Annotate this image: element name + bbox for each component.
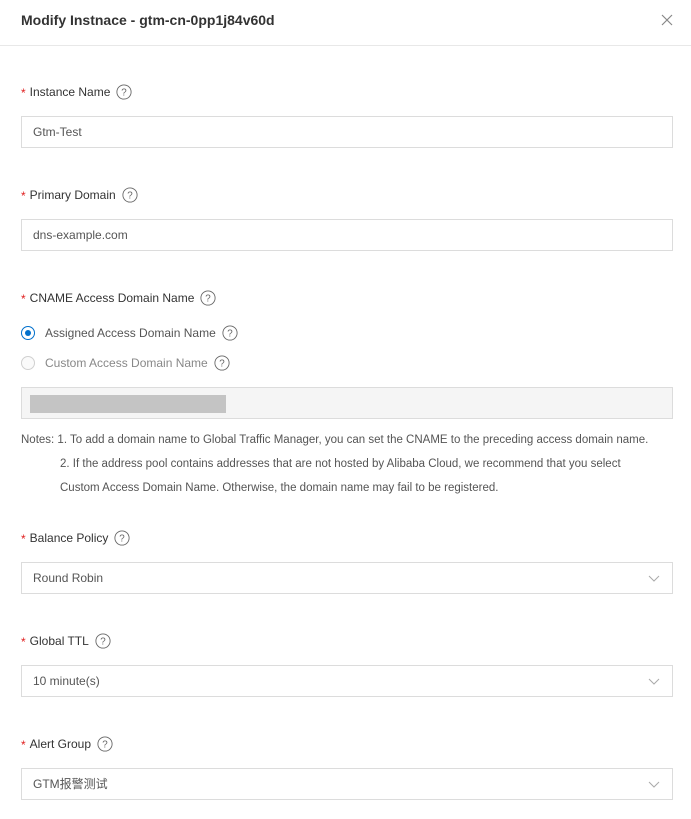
cname-notes: Notes: 1. To add a domain name to Global… xyxy=(21,428,681,500)
help-icon[interactable]: ? xyxy=(214,355,230,371)
help-icon[interactable]: ? xyxy=(97,736,113,752)
svg-text:?: ? xyxy=(100,637,106,648)
global-ttl-label-row: * Global TTL ? xyxy=(21,633,111,649)
radio-custom-label: Custom Access Domain Name xyxy=(45,356,208,370)
svg-text:?: ? xyxy=(127,191,133,202)
redacted-value xyxy=(30,395,226,413)
global-ttl-label: Global TTL xyxy=(29,634,89,648)
global-ttl-value: 10 minute(s) xyxy=(33,674,100,688)
balance-policy-select[interactable]: Round Robin xyxy=(21,562,673,594)
required-marker: * xyxy=(21,635,26,649)
alert-group-label-row: * Alert Group ? xyxy=(21,736,113,752)
notes-line-3: Custom Access Domain Name. Otherwise, th… xyxy=(60,482,499,494)
radio-assigned-label: Assigned Access Domain Name xyxy=(45,326,216,340)
help-icon[interactable]: ? xyxy=(200,290,216,306)
cname-domain-input xyxy=(21,387,673,419)
help-icon[interactable]: ? xyxy=(122,187,138,203)
primary-domain-input[interactable]: dns-example.com xyxy=(21,219,673,251)
instance-name-label: Instance Name xyxy=(29,85,111,99)
help-icon[interactable]: ? xyxy=(95,633,111,649)
alert-group-label: Alert Group xyxy=(29,737,92,751)
chevron-down-icon[interactable] xyxy=(648,778,660,790)
balance-policy-label: Balance Policy xyxy=(29,531,109,545)
help-icon[interactable]: ? xyxy=(114,530,130,546)
global-ttl-select[interactable]: 10 minute(s) xyxy=(21,665,673,697)
help-icon[interactable]: ? xyxy=(116,84,132,100)
required-marker: * xyxy=(21,532,26,546)
svg-text:?: ? xyxy=(120,534,126,545)
radio-button-selected[interactable] xyxy=(21,326,35,340)
radio-custom-access-domain[interactable]: Custom Access Domain Name ? xyxy=(21,355,230,371)
balance-policy-value: Round Robin xyxy=(33,571,104,585)
radio-assigned-access-domain[interactable]: Assigned Access Domain Name ? xyxy=(21,325,238,341)
cname-label: CNAME Access Domain Name xyxy=(29,291,195,305)
primary-domain-label-row: * Primary Domain ? xyxy=(21,187,138,203)
alert-group-select[interactable]: GTM报警测试 xyxy=(21,768,673,800)
notes-line-2: 2. If the address pool contains addresse… xyxy=(60,458,621,470)
chevron-down-icon[interactable] xyxy=(648,675,660,687)
required-marker: * xyxy=(21,292,26,306)
required-marker: * xyxy=(21,86,26,100)
svg-text:?: ? xyxy=(102,740,108,751)
notes-line-1: Notes: 1. To add a domain name to Global… xyxy=(21,434,649,446)
required-marker: * xyxy=(21,189,26,203)
cname-label-row: * CNAME Access Domain Name ? xyxy=(21,290,216,306)
instance-name-input[interactable]: Gtm-Test xyxy=(21,116,673,148)
svg-text:?: ? xyxy=(227,329,233,340)
svg-text:?: ? xyxy=(122,88,128,99)
chevron-down-icon[interactable] xyxy=(648,572,660,584)
primary-domain-label: Primary Domain xyxy=(29,188,116,202)
radio-button-unselected[interactable] xyxy=(21,356,35,370)
dialog-title: Modify Instnace - gtm-cn-0pp1j84v60d xyxy=(21,12,275,28)
help-icon[interactable]: ? xyxy=(222,325,238,341)
svg-text:?: ? xyxy=(219,359,225,370)
balance-policy-label-row: * Balance Policy ? xyxy=(21,530,130,546)
close-icon[interactable] xyxy=(659,12,675,28)
required-marker: * xyxy=(21,738,26,752)
svg-text:?: ? xyxy=(206,294,212,305)
alert-group-value: GTM报警测试 xyxy=(33,777,108,791)
instance-name-label-row: * Instance Name ? xyxy=(21,84,132,100)
dialog-header: Modify Instnace - gtm-cn-0pp1j84v60d xyxy=(0,0,691,46)
